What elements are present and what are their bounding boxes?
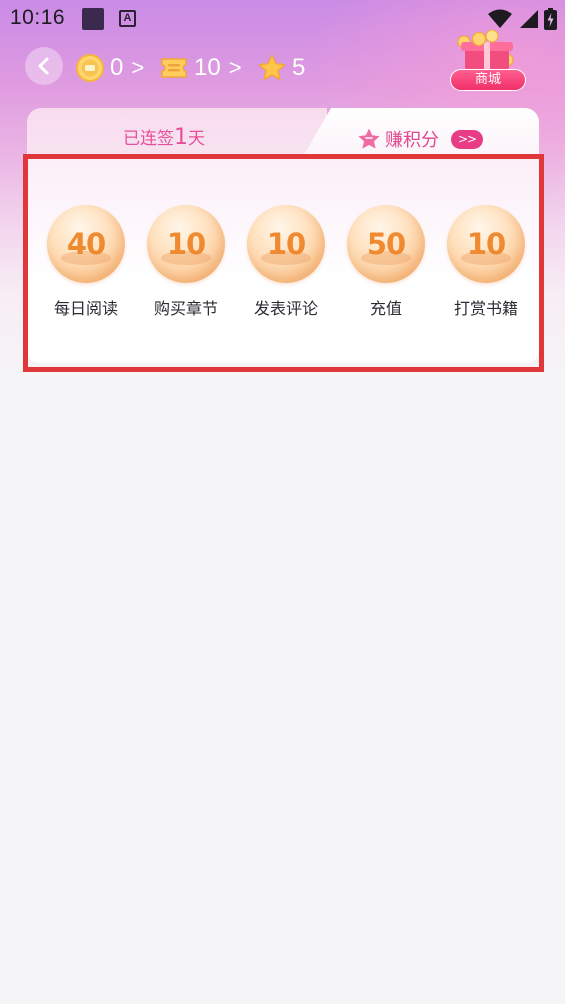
coin-chevron: > xyxy=(131,55,145,80)
coin-balance[interactable]: 0 > xyxy=(76,50,144,86)
task-label: 充值 xyxy=(369,299,402,318)
task-list: 40 每日阅读 10 购买章节 10 发表评论 50 充值 10 打赏书籍 xyxy=(36,205,536,330)
battery-icon xyxy=(544,8,557,30)
task-points: 40 xyxy=(66,227,106,261)
signin-days: 1 xyxy=(174,125,188,150)
ticket-chevron: > xyxy=(228,55,242,80)
signin-prefix: 已连签 xyxy=(123,129,174,149)
task-points: 10 xyxy=(166,227,206,261)
points-coin-icon: 10 xyxy=(147,205,225,283)
signin-suffix: 天 xyxy=(188,129,205,149)
gift-box-icon xyxy=(457,29,514,70)
chevron-left-icon xyxy=(38,57,49,75)
task-post-comment[interactable]: 10 发表评论 xyxy=(236,205,336,319)
coin-value: 0 xyxy=(110,54,124,81)
task-label: 每日阅读 xyxy=(53,299,118,318)
task-label: 发表评论 xyxy=(253,299,318,318)
task-daily-reading[interactable]: 40 每日阅读 xyxy=(36,205,136,319)
task-label: 打赏书籍 xyxy=(453,299,518,318)
status-time: 10:16 xyxy=(10,6,66,29)
points-coin-icon: 40 xyxy=(47,205,125,283)
wifi-icon xyxy=(488,9,512,28)
task-points: 50 xyxy=(366,227,406,261)
shop-label: 商城 xyxy=(450,69,526,91)
earn-points-tab-content[interactable]: 赚积分 >> xyxy=(357,126,483,152)
star-icon xyxy=(258,54,286,80)
coin-icon xyxy=(76,54,104,82)
task-points: 10 xyxy=(466,227,506,261)
task-points: 10 xyxy=(266,227,306,261)
ticket-balance[interactable]: 10 > xyxy=(160,50,242,86)
a-notification-icon: A xyxy=(119,10,136,27)
ticket-value: 10 xyxy=(194,54,221,81)
star-badge-icon xyxy=(358,128,380,149)
earn-points-label: 赚积分 xyxy=(385,130,439,151)
points-coin-icon: 10 xyxy=(247,205,325,283)
signin-status: 已连签1天 xyxy=(123,124,205,150)
back-button[interactable] xyxy=(25,47,63,85)
signal-icon xyxy=(520,10,538,28)
points-balance[interactable]: 5 xyxy=(258,50,305,86)
double-chevron-right-icon[interactable]: >> xyxy=(451,129,483,149)
ticket-icon xyxy=(161,58,187,78)
task-tip-book[interactable]: 10 打赏书籍 xyxy=(436,205,536,319)
points-coin-icon: 10 xyxy=(447,205,525,283)
status-icons xyxy=(488,7,557,31)
task-label: 购买章节 xyxy=(153,299,218,318)
task-recharge[interactable]: 50 充值 xyxy=(336,205,436,319)
points-page: 10:16 A 0 > 10 > 5 商城 已连签1天 赚积分 >> 40 每日… xyxy=(0,0,565,1004)
points-value: 5 xyxy=(292,54,306,81)
task-buy-chapter[interactable]: 10 购买章节 xyxy=(136,205,236,319)
notification-square-icon xyxy=(82,8,104,30)
points-coin-icon: 50 xyxy=(347,205,425,283)
shop-button[interactable]: 商城 xyxy=(447,29,527,92)
